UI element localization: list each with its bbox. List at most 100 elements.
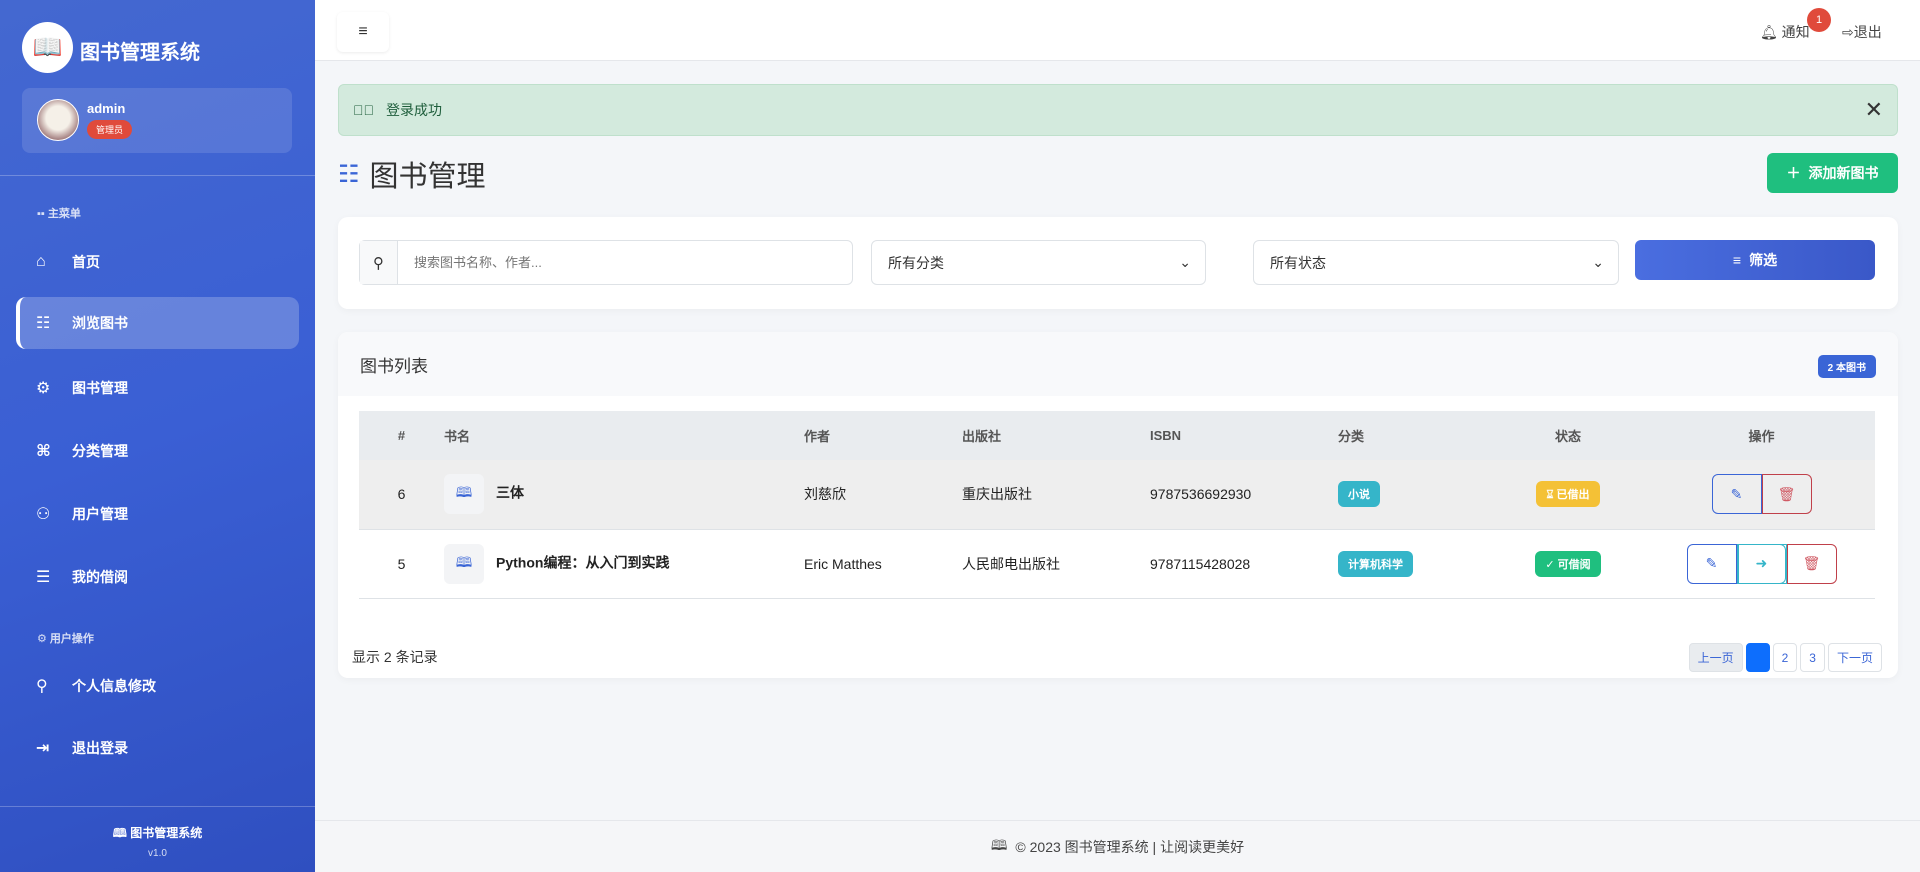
- list-icon: ☰: [36, 569, 51, 586]
- borrow-button[interactable]: ➜: [1736, 543, 1787, 584]
- next-page-button[interactable]: 下一页: [1827, 643, 1882, 672]
- sidebar-footer: 🕮 图书管理系统 v1.0: [0, 806, 315, 859]
- category-badge: 计算机科学: [1338, 550, 1413, 577]
- success-alert: ✓⃝ 登录成功 ✕: [338, 84, 1898, 136]
- status-badge: ⌛︎ 已借出: [1536, 481, 1600, 508]
- column-header: #: [359, 411, 444, 460]
- book-isbn: 9787536692930: [1150, 460, 1338, 530]
- search-icon: ⚲: [360, 241, 398, 284]
- bell-icon: 🔔︎: [1760, 24, 1778, 40]
- brand-title: 图书管理系统: [80, 42, 200, 64]
- chevron-down-icon: ⌄: [1592, 254, 1604, 270]
- category-select[interactable]: 所有分类 ⌄: [871, 240, 1206, 285]
- book-publisher: 重庆出版社: [962, 460, 1150, 530]
- status-text: 已借出: [1556, 489, 1590, 502]
- book-icon: 🕮: [444, 543, 484, 584]
- filter-card: ⚲ 所有分类 ⌄ 所有状态 ⌄ ≡ 筛选: [338, 217, 1898, 309]
- journal-icon: ☷: [338, 160, 360, 188]
- book-id: 6: [359, 460, 444, 530]
- book-title: Python编程：从入门到实践: [496, 554, 670, 571]
- sidebar-item-label: 分类管理: [72, 443, 128, 459]
- alert-text: 登录成功: [386, 102, 442, 118]
- sidebar-item-label: 图书管理: [72, 380, 128, 396]
- edit-button[interactable]: ✎: [1711, 474, 1762, 515]
- book-title: 三体: [496, 484, 524, 501]
- edit-button[interactable]: ✎: [1686, 543, 1737, 584]
- sidebar-item-category-management[interactable]: ⌘ 分类管理: [16, 425, 299, 477]
- sidebar-item-browse-books[interactable]: ☷ 浏览图书: [16, 297, 299, 349]
- search-input[interactable]: [398, 241, 852, 284]
- sidebar-item-label: 首页: [72, 254, 100, 270]
- add-book-button[interactable]: ＋ 添加新图书: [1767, 153, 1898, 193]
- people-icon: ⚇: [36, 506, 51, 523]
- book-author: 刘慈欣: [804, 460, 962, 530]
- book-list-card: 图书列表 2 本图书 # 书名 作者 出版社 ISBN 分类 状态 操作 6 🕮 三…: [338, 332, 1898, 678]
- journal-icon: ☷: [36, 315, 51, 332]
- book-logo-icon: 📖: [22, 22, 73, 73]
- sidebar-item-home[interactable]: ⌂ 首页: [16, 236, 299, 288]
- sidebar-item-label: 退出登录: [72, 740, 128, 756]
- table-row[interactable]: 5 🕮 Python编程：从入门到实践 Eric Matthes 人民邮电出版社 …: [359, 529, 1875, 599]
- book-icon: 🕮: [112, 826, 127, 840]
- footer-text: © 2023 图书管理系统 | 让阅读更美好: [1015, 838, 1245, 855]
- hourglass-icon: ⌛︎: [1546, 489, 1554, 502]
- sidebar: 📖 图书管理系统 admin 管理员 ▪▪ 主菜单 ⌂ 首页 ☷ 浏览图书 ⚙ 图书管…: [0, 0, 315, 872]
- logout-label: 退出: [1853, 24, 1882, 40]
- close-icon[interactable]: ✕: [1865, 97, 1883, 123]
- status-badge: ✓ 可借阅: [1535, 550, 1601, 577]
- person-gear-icon: ⚲: [36, 678, 48, 695]
- table-row[interactable]: 6 🕮 三体 刘慈欣 重庆出版社 9787536692930 小说 ⌛︎ 已借出 …: [359, 460, 1875, 530]
- column-header: 分类: [1338, 411, 1488, 460]
- gear-icon: ⚙: [36, 380, 51, 397]
- book-isbn: 9787115428028: [1150, 529, 1338, 599]
- version-label: v1.0: [148, 848, 167, 859]
- section-user-label: ⚙ 用户操作: [37, 633, 94, 645]
- sidebar-item-user-management[interactable]: ⚇ 用户管理: [16, 488, 299, 540]
- page-title: ☷ 图书管理: [338, 153, 486, 195]
- check-circle-icon: ✓: [1545, 558, 1555, 571]
- divider: [0, 175, 315, 176]
- section-user-text: 用户操作: [49, 633, 94, 645]
- sidebar-item-my-borrows[interactable]: ☰ 我的借阅: [16, 551, 299, 603]
- column-header: 作者: [804, 411, 962, 460]
- book-icon: 🕮: [444, 474, 484, 515]
- prev-page-button[interactable]: 上一页: [1688, 643, 1743, 672]
- sidebar-item-label: 浏览图书: [72, 315, 128, 331]
- sidebar-item-logout[interactable]: ⇥ 退出登录: [16, 722, 299, 774]
- delete-button[interactable]: 🗑︎: [1786, 543, 1837, 584]
- add-book-label: 添加新图书: [1808, 165, 1879, 181]
- book-author: Eric Matthes: [804, 529, 962, 599]
- page-footer: 🕮 © 2023 图书管理系统 | 让阅读更美好: [315, 820, 1920, 872]
- page-3-button[interactable]: 3: [1800, 643, 1825, 672]
- notifications-button[interactable]: 🔔︎ 通知: [1760, 22, 1810, 42]
- filter-label: 筛选: [1749, 252, 1778, 268]
- delete-button[interactable]: 🗑︎: [1761, 474, 1812, 515]
- status-select[interactable]: 所有状态 ⌄: [1253, 240, 1619, 285]
- sidebar-item-label: 我的借阅: [72, 569, 128, 585]
- page-1-button[interactable]: [1745, 643, 1770, 672]
- column-header: 出版社: [962, 411, 1150, 460]
- user-card: admin 管理员: [22, 88, 292, 153]
- section-main-text: 主菜单: [47, 208, 81, 220]
- filter-button[interactable]: ≡ 筛选: [1635, 240, 1875, 280]
- user-name: admin: [87, 101, 126, 116]
- sidebar-item-profile[interactable]: ⚲ 个人信息修改: [16, 660, 299, 712]
- column-header: ISBN: [1150, 411, 1338, 460]
- page-2-button[interactable]: 2: [1772, 643, 1798, 672]
- sidebar-item-label: 个人信息修改: [72, 678, 156, 694]
- chevron-down-icon: ⌄: [1179, 254, 1191, 270]
- logout-button[interactable]: ⇨退出: [1842, 22, 1882, 42]
- sidebar-item-book-management[interactable]: ⚙ 图书管理: [16, 362, 299, 414]
- menu-toggle-button[interactable]: ≡: [337, 12, 389, 52]
- top-header: ≡ 🔔︎ 通知 1 ⇨退出: [315, 0, 1920, 61]
- tags-icon: ⌘: [36, 443, 51, 460]
- search-box: ⚲: [359, 240, 853, 285]
- avatar: [37, 99, 79, 141]
- records-count: 显示 2 条记录: [352, 649, 438, 665]
- pagination: 上一页 2 3 下一页: [1688, 643, 1882, 672]
- plus-icon: ＋: [1786, 165, 1801, 181]
- logout-icon: ⇥: [36, 740, 50, 757]
- category-select-value: 所有分类: [888, 254, 944, 271]
- sidebar-footer-title: 图书管理系统: [130, 826, 203, 840]
- notifications-label: 通知: [1781, 24, 1810, 40]
